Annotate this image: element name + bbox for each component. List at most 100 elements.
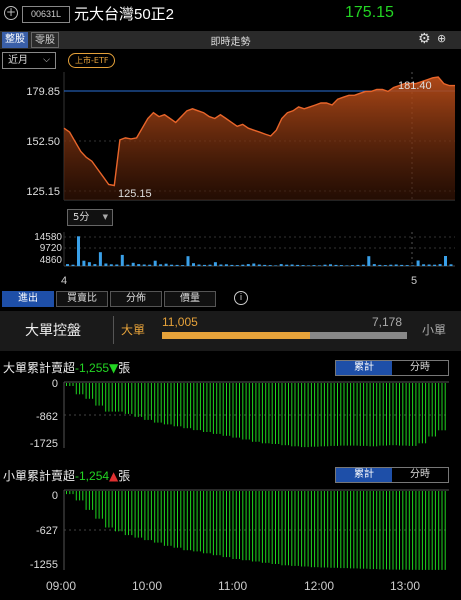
cumulative-bar (353, 491, 355, 569)
volume-bar (252, 263, 256, 266)
cumulative-bar (278, 491, 280, 564)
cumulative-bar (444, 491, 446, 570)
cumulative-bar (183, 383, 185, 429)
time-label: 11:00 (218, 579, 248, 593)
cumulative-bar (193, 491, 195, 552)
volume-bar (449, 264, 453, 266)
cumulative-bar (330, 383, 332, 446)
tab-price-volume[interactable]: 價量 (164, 291, 216, 307)
volume-bar (77, 236, 80, 267)
volume-bar (71, 264, 75, 266)
cumulative-bar (412, 383, 414, 446)
big-order-label: 大單 (121, 323, 146, 337)
range-select[interactable]: 近月 ⌵ (2, 52, 56, 69)
volume-bar (164, 263, 168, 266)
cumulative-bar (369, 491, 371, 570)
x-label-day-5: 5 (411, 275, 417, 287)
cumulative-bar (366, 383, 368, 446)
cumulative-bar (399, 383, 400, 446)
cumulative-bar (265, 491, 267, 563)
big-intraday-button[interactable]: 分時 (392, 361, 448, 375)
small-cumulative-chart[interactable]: 0 -627 -1255 (0, 486, 461, 574)
cumulative-bar (216, 383, 218, 434)
cumulative-bar (294, 491, 296, 566)
time-label: 09:00 (46, 579, 77, 593)
cumulative-bar (66, 383, 67, 386)
cumulative-bar (392, 383, 394, 446)
big-cumulative-chart[interactable]: 0 -862 -1725 (0, 378, 461, 450)
volume-bar (257, 264, 261, 266)
volume-bar (361, 264, 365, 266)
cumulative-bar (425, 383, 427, 444)
tab-buy-sell-ratio[interactable]: 買賣比 (56, 291, 108, 307)
cumulative-bar (350, 491, 352, 569)
volume-bar (438, 264, 442, 266)
tab-odd-lot[interactable]: 零股 (31, 32, 59, 48)
cumulative-bar (428, 491, 430, 570)
big-cumulative-button[interactable]: 累計 (336, 361, 392, 375)
add-icon[interactable]: + (4, 6, 18, 20)
gear-icon[interactable]: ⚙ (418, 31, 431, 47)
cumulative-bar (154, 491, 156, 543)
small-order-value: 7,178 (372, 315, 403, 329)
cumulative-bar (421, 491, 423, 570)
cumulative-bar (261, 383, 263, 444)
small-cumulative-button[interactable]: 累計 (336, 468, 392, 482)
cumulative-bar (167, 491, 169, 546)
volume-bar (334, 264, 338, 266)
cumulative-bar (431, 383, 433, 437)
volume-bar (87, 262, 91, 266)
volume-bar (367, 256, 371, 266)
cumulative-bar (275, 383, 276, 444)
cumulative-bar (150, 383, 152, 420)
volume-chart[interactable]: 14580 9720 4860 4 5 (0, 228, 461, 288)
cumulative-bar (333, 383, 335, 446)
y-tick-mid: 152.50 (26, 136, 60, 148)
price-chart[interactable]: 179.85 152.50 125.15 181.40 125.15 (0, 72, 461, 212)
tab-whole-share[interactable]: 整股 (2, 32, 28, 48)
cumulative-bar (317, 491, 319, 568)
small-cumulative-bars (66, 491, 446, 570)
tab-in-out[interactable]: 進出 (2, 291, 54, 307)
cumulative-bar (421, 383, 423, 444)
volume-bar (153, 260, 157, 266)
tab-distribution[interactable]: 分佈 (110, 291, 162, 307)
cumulative-bar (399, 491, 400, 570)
cumulative-bar (301, 383, 303, 448)
volume-tick-2: 9720 (40, 243, 63, 254)
cumulative-bar (235, 383, 237, 438)
panel-label: 大單控盤 (25, 323, 81, 339)
cumulative-bar (301, 491, 303, 567)
small-intraday-button[interactable]: 分時 (392, 468, 448, 482)
volume-bar (312, 265, 316, 266)
cumulative-bar (376, 383, 378, 447)
stock-code-box[interactable]: 00631L (22, 6, 70, 23)
cumulative-bar (343, 383, 345, 446)
volume-bar (323, 264, 327, 266)
volume-bar (400, 264, 404, 266)
cumulative-bar (248, 383, 250, 440)
volume-bar (290, 264, 294, 266)
info-icon[interactable]: i (234, 291, 248, 305)
cumulative-bar (108, 383, 110, 412)
volume-bar (181, 265, 185, 266)
cumulative-bar (268, 383, 270, 444)
cumulative-bar (252, 383, 254, 442)
cumulative-bar (444, 383, 446, 431)
cumulative-bar (190, 383, 192, 429)
cumulative-bar (75, 383, 77, 395)
cumulative-bar (163, 491, 165, 546)
small-section-title-text: 小單累計賣超 (3, 469, 76, 483)
expand-icon[interactable]: ⊕ (437, 32, 446, 45)
cumulative-bar (232, 491, 234, 559)
cumulative-bar (141, 383, 143, 417)
cumulative-bar (160, 491, 162, 543)
cumulative-bar (196, 383, 198, 431)
volume-bar (383, 265, 387, 266)
cumulative-bar (402, 491, 404, 570)
big-section-title: 大單累計賣超-1,255▼張 (3, 359, 130, 376)
cumulative-bar (141, 491, 143, 538)
cumulative-bar (258, 491, 260, 562)
cumulative-bar (206, 383, 208, 432)
interval-select[interactable]: 5分 ▼ (67, 209, 113, 226)
